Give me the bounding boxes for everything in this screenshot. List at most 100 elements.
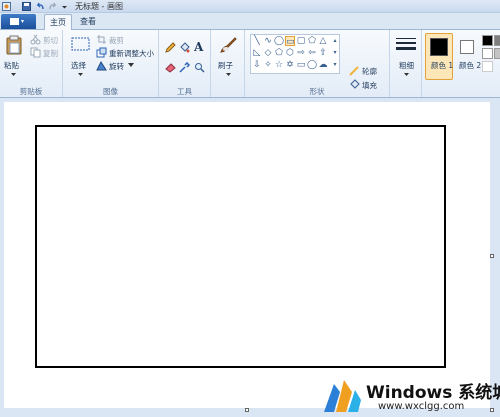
brushes-group: 刷子	[211, 30, 245, 97]
paste-icon	[6, 35, 22, 55]
select-button[interactable]: 选择	[68, 33, 92, 81]
watermark: Windows 系统城 www.wxclgg.com	[318, 374, 500, 417]
fill-icon	[350, 79, 360, 89]
brushes-button[interactable]: 刷子	[215, 33, 241, 81]
oval-shape-icon[interactable]: ◯	[274, 36, 284, 46]
chevron-down-icon	[226, 73, 231, 76]
select-label: 选择	[71, 61, 86, 70]
curve-shape-icon[interactable]: ∿	[263, 36, 273, 46]
palette-black-swatch[interactable]	[482, 35, 493, 46]
customize-toolbar-icon[interactable]	[60, 2, 69, 11]
file-menu-icon	[10, 18, 24, 25]
image-group: 选择 裁剪 重新调整大小 旋转 图像	[63, 30, 159, 97]
undo-icon[interactable]	[36, 2, 45, 11]
size-label: 粗细	[399, 61, 414, 70]
diamond-shape-icon[interactable]: ◇	[263, 48, 273, 58]
color1-button[interactable]: 颜色 1	[425, 33, 453, 80]
gallery-up-icon[interactable]: ▴	[330, 36, 340, 46]
canvas-workspace	[0, 98, 500, 417]
tab-home[interactable]: 主页	[44, 14, 72, 30]
color2-button[interactable]: 颜色 2	[455, 33, 481, 80]
eraser-icon[interactable]	[165, 62, 176, 73]
rectangle-shape-icon[interactable]: ▭	[285, 36, 295, 47]
six-point-star-shape-icon[interactable]: ✡	[285, 60, 295, 70]
fill-bucket-icon[interactable]	[179, 42, 190, 53]
crop-label: 裁剪	[109, 36, 124, 45]
gallery-more-icon[interactable]: ▾	[330, 60, 340, 70]
pentagon-shape-icon[interactable]: ⬠	[274, 48, 284, 58]
image-group-label: 图像	[103, 87, 118, 96]
chevron-down-icon	[78, 73, 83, 76]
polygon-shape-icon[interactable]: ⬠	[307, 36, 317, 46]
magnifier-icon[interactable]	[194, 62, 205, 73]
copy-icon	[30, 47, 41, 58]
callout-shape-icon[interactable]: ▭	[296, 60, 306, 70]
four-point-star-shape-icon[interactable]: ✧	[263, 60, 273, 70]
tab-view[interactable]: 查看	[74, 14, 102, 30]
paste-button[interactable]: 粘贴	[3, 33, 25, 81]
rounded-rectangle-shape-icon[interactable]: ▢	[296, 36, 306, 46]
watermark-title: Windows 系统城	[366, 383, 500, 403]
text-tool-icon[interactable]: A	[194, 40, 203, 54]
fill-button[interactable]: 填充	[349, 79, 389, 90]
pencil-icon[interactable]	[165, 42, 176, 53]
palette-lightgray-swatch[interactable]	[494, 48, 500, 59]
outline-label: 轮廓	[362, 67, 377, 76]
resize-label: 重新调整大小	[109, 49, 154, 58]
crop-button[interactable]: 裁剪	[96, 34, 136, 45]
triangle-shape-icon[interactable]: △	[318, 36, 328, 46]
outline-button[interactable]: 轮廓	[349, 65, 389, 76]
fill-label: 填充	[362, 81, 377, 90]
right-arrow-shape-icon[interactable]: ⇨	[296, 48, 306, 58]
palette-white-swatch[interactable]	[482, 48, 493, 59]
hexagon-shape-icon[interactable]: ⬡	[285, 48, 295, 58]
drawn-rectangle	[35, 125, 446, 368]
cut-button[interactable]: 剪切	[30, 34, 62, 45]
clipboard-group: 粘贴 剪切 复制 剪贴板	[0, 30, 63, 97]
oval-callout-shape-icon[interactable]: ◯	[307, 60, 317, 70]
resize-handle-bottom[interactable]	[245, 408, 249, 412]
window-title: 无标题 - 画图	[75, 2, 123, 11]
select-icon	[71, 37, 90, 51]
line-shape-icon[interactable]: ╲	[252, 36, 262, 46]
brush-icon	[220, 37, 237, 53]
resize-button[interactable]: 重新调整大小	[96, 47, 158, 58]
windows-logo-icon	[324, 380, 361, 412]
palette-empty-swatch[interactable]	[482, 61, 493, 72]
scissors-icon	[30, 34, 41, 45]
drawing-canvas[interactable]	[4, 102, 490, 408]
right-triangle-shape-icon[interactable]: ◺	[252, 48, 262, 58]
resize-handle-right[interactable]	[490, 254, 494, 258]
palette-gray-swatch[interactable]	[494, 35, 500, 46]
gallery-down-icon[interactable]: ▾	[330, 48, 340, 58]
color1-label: 颜色 1	[431, 61, 454, 70]
rotate-button[interactable]: 旋转	[96, 60, 136, 71]
save-icon[interactable]	[22, 2, 31, 11]
paint-app-icon[interactable]	[2, 2, 11, 11]
title-bar: 无标题 - 画图	[0, 0, 500, 13]
ribbon-tab-row: 主页 查看	[0, 13, 500, 30]
up-arrow-shape-icon[interactable]: ⇧	[318, 48, 328, 58]
chevron-down-icon	[128, 63, 134, 67]
copy-label: 复制	[43, 49, 58, 58]
copy-button[interactable]: 复制	[30, 47, 62, 58]
cloud-callout-shape-icon[interactable]: ☁	[318, 60, 328, 70]
down-arrow-shape-icon[interactable]: ⇩	[252, 60, 262, 70]
brushes-label: 刷子	[218, 61, 233, 70]
redo-icon[interactable]	[48, 2, 57, 11]
size-group: 粗细	[390, 30, 422, 97]
rotate-icon	[96, 60, 107, 71]
color1-swatch	[430, 38, 448, 56]
color-picker-icon[interactable]	[179, 62, 190, 73]
outline-icon	[349, 66, 359, 76]
crop-icon	[97, 35, 106, 44]
rotate-label: 旋转	[109, 62, 124, 71]
paste-label: 粘贴	[4, 61, 19, 70]
watermark-url: www.wxclgg.com	[378, 401, 465, 412]
shapes-gallery[interactable]: ╲ ∿ ◯ ▭ ▢ ⬠ △ ◺ ◇ ⬠ ⬡ ⇨ ⇦ ⇧ ⇩ ✧ ☆ ✡ ▭ ◯ …	[250, 34, 340, 74]
left-arrow-shape-icon[interactable]: ⇦	[307, 48, 317, 58]
file-menu-button[interactable]	[1, 14, 36, 29]
size-button[interactable]: 粗细	[394, 33, 418, 81]
tools-group-label: 工具	[177, 87, 192, 96]
five-point-star-shape-icon[interactable]: ☆	[274, 60, 284, 70]
